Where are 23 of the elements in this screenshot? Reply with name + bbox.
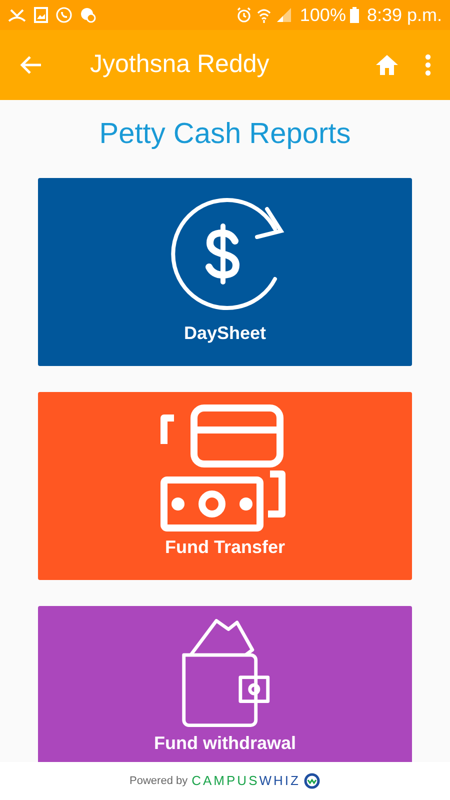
report-card[interactable]: Fund Transfer xyxy=(38,392,412,580)
wifi-icon xyxy=(256,7,272,23)
alarm-icon xyxy=(236,7,252,23)
more-vertical-icon xyxy=(425,54,431,76)
phone-chat-icon xyxy=(56,7,72,23)
brand-logo-text: CAMPUSWHIZ xyxy=(192,772,300,790)
signal-icon xyxy=(276,7,292,23)
app-bar-title: Jyothsna Reddy xyxy=(90,49,270,80)
report-card[interactable]: DaySheet xyxy=(38,178,412,366)
clock-time: 8:39 p.m. xyxy=(366,4,442,27)
brand-logo-icon xyxy=(304,773,320,789)
card-label: Fund Transfer xyxy=(164,536,285,558)
page-heading: Petty Cash Reports xyxy=(99,117,351,152)
wallet-icon xyxy=(180,619,270,727)
battery-percentage: 100% xyxy=(300,4,346,26)
powered-by-text: Powered by xyxy=(130,774,188,789)
card-label: DaySheet xyxy=(184,322,266,344)
image-icon xyxy=(34,7,48,23)
back-arrow-icon xyxy=(20,55,42,75)
battery-icon xyxy=(350,7,359,23)
report-card[interactable]: Fund withdrawal xyxy=(38,606,412,762)
card-label: Fund withdrawal xyxy=(154,732,296,754)
home-icon xyxy=(375,54,399,76)
